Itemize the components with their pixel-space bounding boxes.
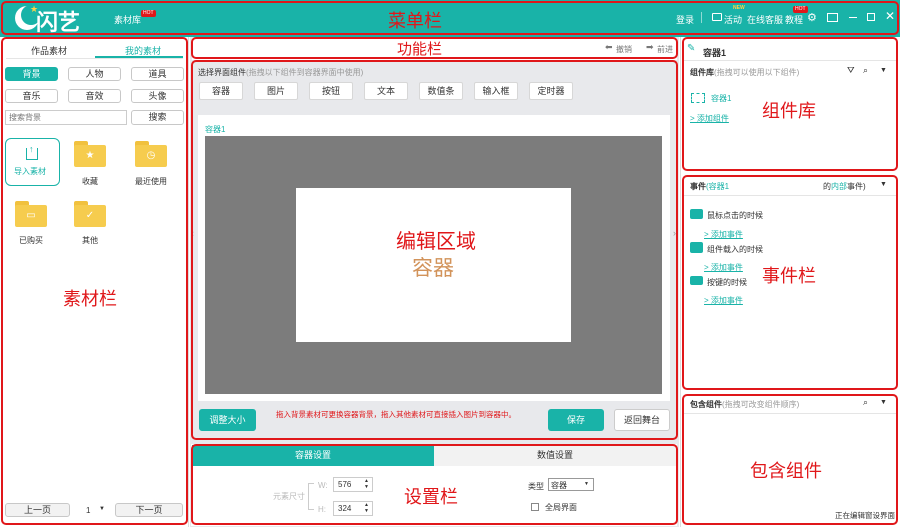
function-bar-outline bbox=[191, 37, 678, 59]
event-bar-outline bbox=[682, 175, 898, 390]
component-library-outline bbox=[682, 37, 898, 171]
contains-outline bbox=[682, 394, 898, 525]
edit-area-outline bbox=[191, 60, 678, 440]
settings-bar-outline bbox=[191, 444, 678, 525]
menu-bar-outline bbox=[1, 1, 899, 35]
material-panel-outline bbox=[1, 37, 188, 525]
